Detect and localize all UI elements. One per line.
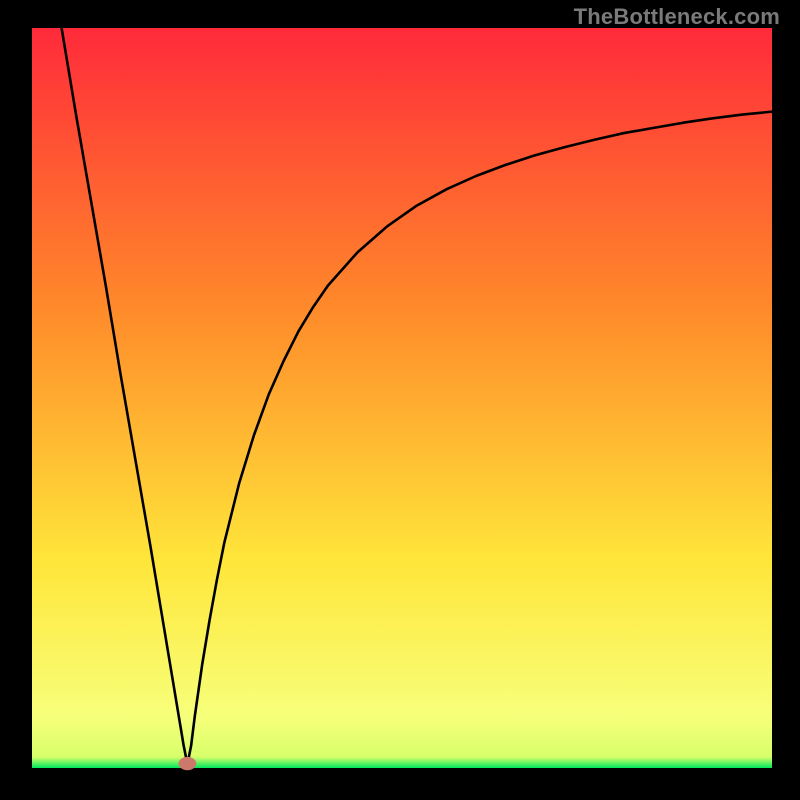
- chart-container: TheBottleneck.com: [0, 0, 800, 800]
- watermark-text: TheBottleneck.com: [574, 4, 780, 30]
- plot-background: [32, 28, 772, 768]
- bottleneck-chart: [0, 0, 800, 800]
- minimum-marker: [179, 757, 197, 770]
